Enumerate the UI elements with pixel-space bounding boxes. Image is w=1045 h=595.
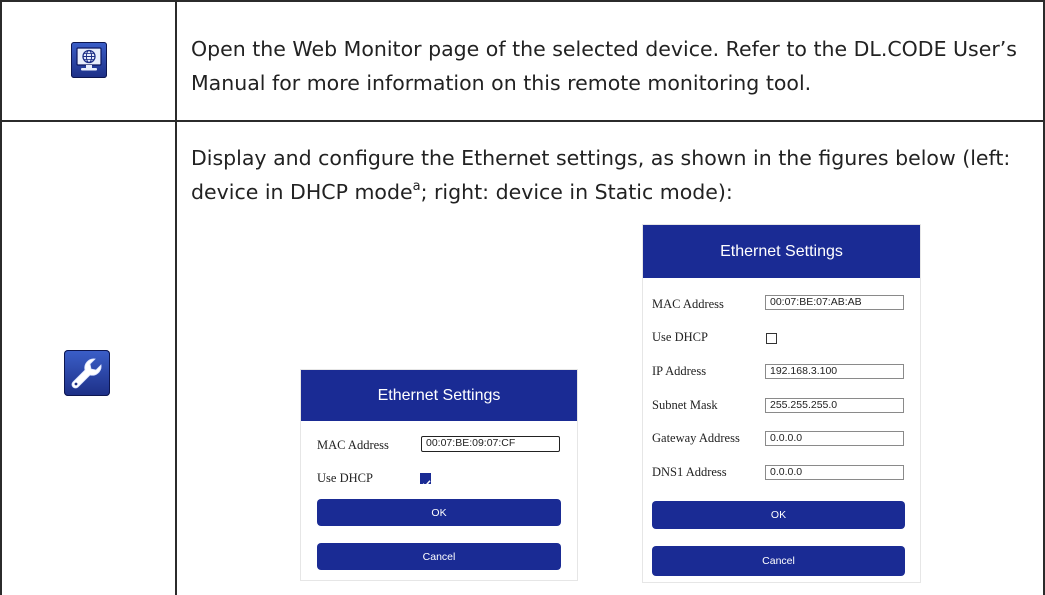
mac-address-field[interactable]: 00:07:BE:09:07:CF [421, 436, 560, 452]
ok-button[interactable]: OK [317, 499, 561, 526]
ethernet-settings-dialog-dhcp: Ethernet Settings MAC Address 00:07:BE:0… [301, 370, 577, 580]
use-dhcp-checkbox[interactable] [420, 473, 431, 488]
wrench-icon[interactable] [64, 350, 110, 396]
table-border-left [0, 0, 2, 595]
mac-address-field[interactable]: 00:07:BE:07:AB:AB [765, 295, 904, 310]
subnet-mask-field[interactable]: 255.255.255.0 [765, 398, 904, 413]
description-text-end: ; right: device in Static mode): [420, 180, 733, 204]
web-monitor-description: Open the Web Monitor page of the selecte… [191, 37, 1017, 95]
cancel-button[interactable]: Cancel [317, 543, 561, 570]
dialog-title: Ethernet Settings [301, 370, 577, 421]
mac-address-label: MAC Address [652, 297, 724, 311]
subnet-mask-row: Subnet Mask 255.255.255.0 [643, 396, 920, 416]
use-dhcp-checkbox[interactable] [766, 333, 777, 344]
checkmark-icon [422, 480, 431, 488]
table-border-top [0, 0, 1045, 2]
ethernet-settings-dialog-static: Ethernet Settings MAC Address 00:07:BE:0… [643, 225, 920, 582]
subnet-mask-label: Subnet Mask [652, 398, 718, 412]
dialog-title: Ethernet Settings [643, 225, 920, 278]
cancel-button[interactable]: Cancel [652, 546, 905, 576]
ip-address-field[interactable]: 192.168.3.100 [765, 364, 904, 379]
ip-address-label: IP Address [652, 364, 707, 378]
web-monitor-icon[interactable] [71, 42, 107, 78]
ethernet-settings-description: Display and configure the Ethernet setti… [191, 141, 1033, 209]
mac-address-label: MAC Address [317, 438, 389, 452]
dns1-address-field[interactable]: 0.0.0.0 [765, 465, 904, 480]
ok-button[interactable]: OK [652, 501, 905, 529]
table-row-separator [0, 120, 1045, 122]
use-dhcp-label: Use DHCP [652, 330, 708, 344]
footnote-marker[interactable]: a [413, 179, 421, 194]
use-dhcp-row: Use DHCP [643, 328, 920, 348]
use-dhcp-label: Use DHCP [317, 471, 373, 485]
ip-address-row: IP Address 192.168.3.100 [643, 362, 920, 382]
table-border-divider [175, 0, 177, 595]
use-dhcp-row: Use DHCP [301, 469, 577, 489]
gateway-address-field[interactable]: 0.0.0.0 [765, 431, 904, 446]
command-table: Open the Web Monitor page of the selecte… [0, 0, 1045, 595]
gateway-address-label: Gateway Address [652, 431, 740, 445]
gateway-address-row: Gateway Address 0.0.0.0 [643, 429, 920, 449]
mac-address-row: MAC Address 00:07:BE:07:AB:AB [643, 295, 920, 315]
mac-address-row: MAC Address 00:07:BE:09:07:CF [301, 436, 577, 456]
dns1-address-label: DNS1 Address [652, 465, 727, 479]
dns1-address-row: DNS1 Address 0.0.0.0 [643, 463, 920, 483]
